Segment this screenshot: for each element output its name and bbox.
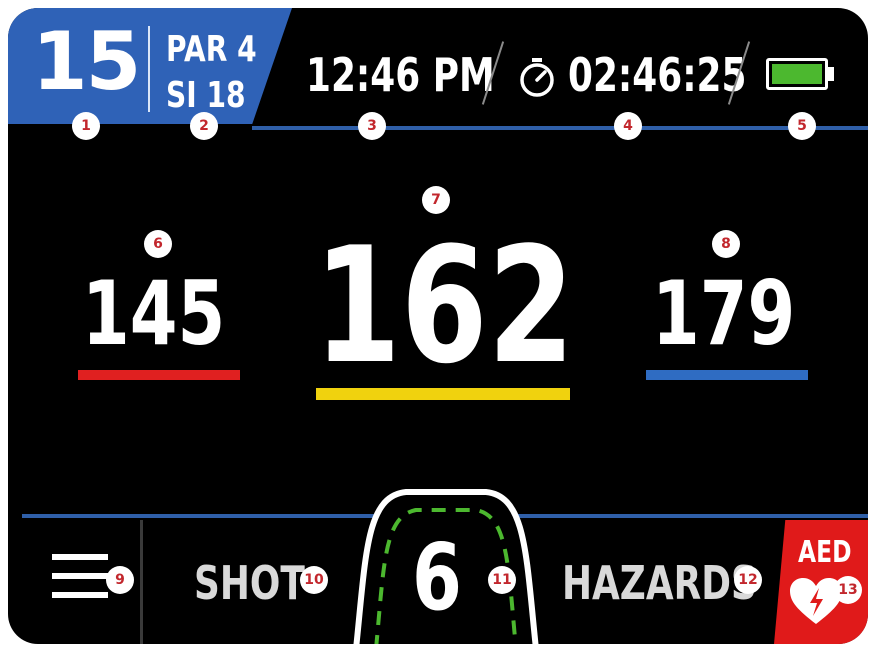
callout-7: 7 [422, 186, 450, 214]
hazards-button[interactable]: HAZARDS [562, 560, 812, 606]
clock: 12:46 PM [306, 48, 495, 102]
battery-level [772, 64, 822, 84]
back-distance-bar [646, 370, 808, 380]
stopwatch-icon [520, 58, 554, 97]
callout-12: 12 [734, 566, 762, 594]
callout-10: 10 [300, 566, 328, 594]
front-distance-bar [78, 370, 240, 380]
battery-icon [766, 58, 828, 90]
round-timer-value: 02:46:25 [568, 48, 747, 102]
middle-distance-bar [316, 388, 570, 400]
callout-6: 6 [144, 230, 172, 258]
club-number[interactable]: 6 [412, 532, 476, 624]
stroke-index: SI 18 [166, 75, 246, 116]
callout-3: 3 [358, 112, 386, 140]
golf-gps-screen: 15 PAR 4 SI 18 12:46 PM 02:46:25 1 2 3 4… [8, 8, 868, 644]
battery-tip [828, 67, 834, 81]
hole-info-divider [148, 26, 150, 112]
par-value: PAR 4 [166, 29, 257, 70]
callout-4: 4 [614, 112, 642, 140]
callout-13: 13 [834, 576, 862, 604]
hamburger-menu-icon[interactable] [52, 554, 110, 612]
callout-11: 11 [488, 566, 516, 594]
callout-9: 9 [106, 566, 134, 594]
hole-number: 15 [32, 15, 141, 108]
back-distance: 179 [652, 262, 796, 365]
callout-2: 2 [190, 112, 218, 140]
aed-label: AED [798, 535, 852, 570]
callout-8: 8 [712, 230, 740, 258]
header-divider [252, 126, 868, 130]
middle-distance: 162 [314, 212, 575, 399]
callout-1: 1 [72, 112, 100, 140]
footer-separator [140, 520, 143, 644]
front-distance: 145 [82, 262, 226, 365]
callout-5: 5 [788, 112, 816, 140]
